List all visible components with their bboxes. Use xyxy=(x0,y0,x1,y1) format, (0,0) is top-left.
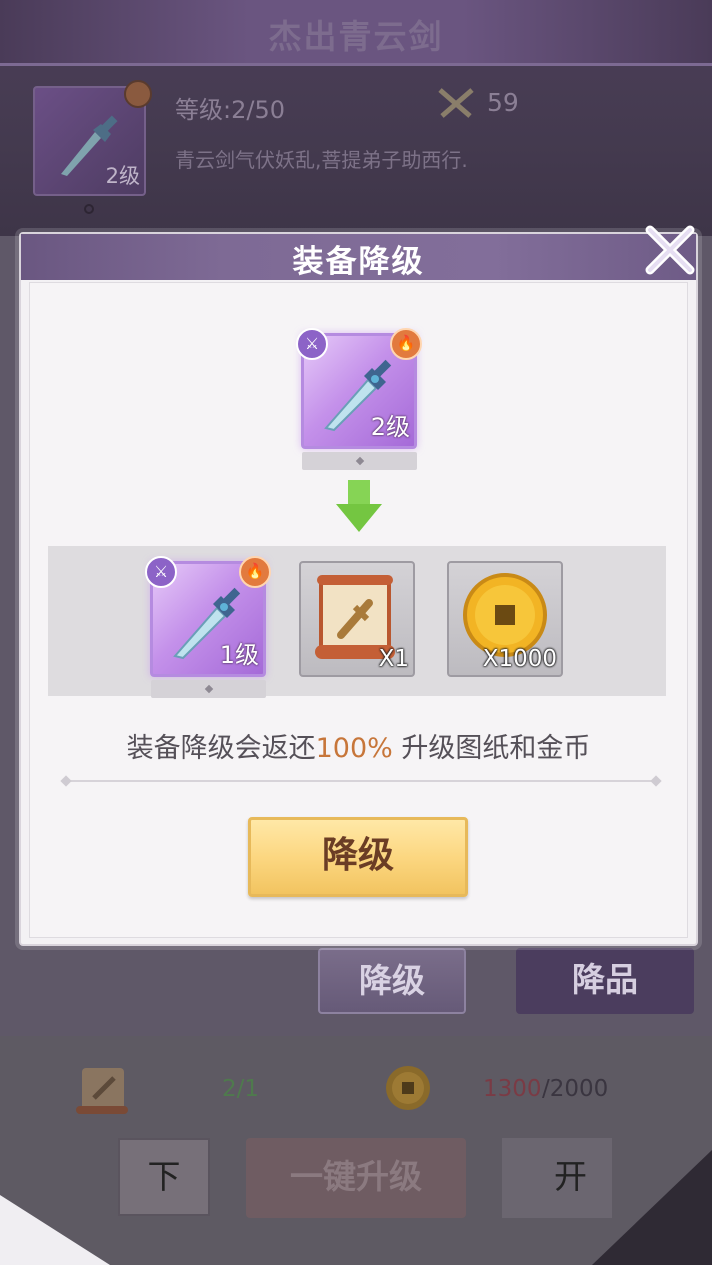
current-item-level: 2级 xyxy=(370,413,410,441)
fire-element-icon: 🔥 xyxy=(390,328,422,360)
scroll-quantity: X1 xyxy=(378,646,409,672)
tab-degrade-quality[interactable]: 降品 xyxy=(516,948,694,1014)
power-value: 59 xyxy=(487,88,519,117)
downgrade-info-text: 装备降级会返还100% 升级图纸和金币 xyxy=(19,726,698,765)
divider xyxy=(66,780,656,782)
info-suffix: 升级图纸和金币 xyxy=(392,733,591,764)
coin-have: 1300 xyxy=(483,1076,542,1102)
info-percent: 100% xyxy=(315,733,393,764)
equipment-title: 杰出青云剑 xyxy=(268,17,444,56)
result-item-level: 1级 xyxy=(219,641,259,669)
crossed-swords-icon xyxy=(438,88,474,118)
current-equipment-item[interactable]: ⚔ 🔥 2级 xyxy=(296,328,422,449)
current-item-slot-bar xyxy=(302,452,417,470)
gold-coin-icon xyxy=(386,1066,430,1110)
tab-downgrade[interactable]: 降级 xyxy=(318,948,466,1014)
blueprint-scroll-icon xyxy=(76,1068,128,1114)
blueprint-scroll-reward[interactable]: X1 xyxy=(299,561,415,677)
confirm-downgrade-button[interactable]: 降级 xyxy=(248,817,468,897)
weapon-type-icon: ⚔ xyxy=(296,328,328,360)
fire-element-icon: 🔥 xyxy=(239,556,271,588)
scroll-count: 2/1 xyxy=(222,1076,260,1102)
coin-need: /2000 xyxy=(542,1076,609,1102)
equipment-item-slot[interactable]: 2级 xyxy=(33,80,152,196)
weapon-type-icon: ⚔ xyxy=(145,556,177,588)
one-click-upgrade-button[interactable]: 一键升级 xyxy=(246,1138,466,1218)
result-item-slot-bar xyxy=(151,680,266,698)
dialog-title: 装备降级 xyxy=(292,244,425,280)
item-level-badge: 2级 xyxy=(105,164,140,188)
fire-element-icon xyxy=(124,80,152,108)
downgraded-equipment-item[interactable]: ⚔ 🔥 1级 xyxy=(145,556,271,677)
level-text: 等级:2/50 xyxy=(175,96,285,124)
coin-quantity: X1000 xyxy=(482,646,557,672)
corner-decoration-right xyxy=(592,1150,712,1265)
close-icon[interactable] xyxy=(640,222,700,278)
equipment-description: 青云剑气伏妖乱,菩提弟子助西行. xyxy=(175,148,468,172)
arrow-down-icon xyxy=(336,480,382,532)
info-prefix: 装备降级会返还 xyxy=(126,733,316,764)
corner-decoration-left xyxy=(0,1195,110,1265)
unequip-button[interactable]: 下 xyxy=(118,1138,210,1216)
slot-indicator xyxy=(84,204,94,214)
gold-coin-reward[interactable]: X1000 xyxy=(447,561,563,677)
